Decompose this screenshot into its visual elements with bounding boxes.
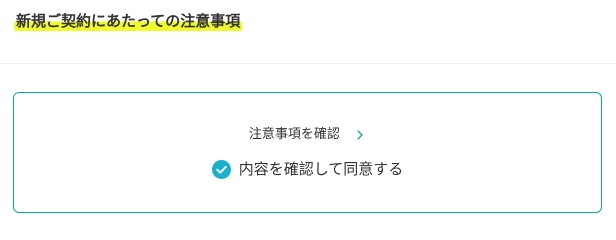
agree-label: 内容を確認して同意する	[238, 160, 404, 178]
notice-card: 注意事項を確認 内容を確認して同意する	[13, 92, 602, 213]
agree-checkbox[interactable]: 内容を確認して同意する	[14, 157, 601, 181]
page-title: 新規ご契約にあたっての注意事項	[14, 10, 243, 32]
section-header: 新規ご契約にあたっての注意事項	[0, 0, 616, 64]
confirm-notes-link-label: 注意事項を確認	[248, 127, 340, 142]
confirm-notes-link[interactable]: 注意事項を確認	[14, 126, 601, 145]
check-circle-icon[interactable]	[211, 159, 231, 179]
chevron-right-icon	[357, 130, 363, 140]
